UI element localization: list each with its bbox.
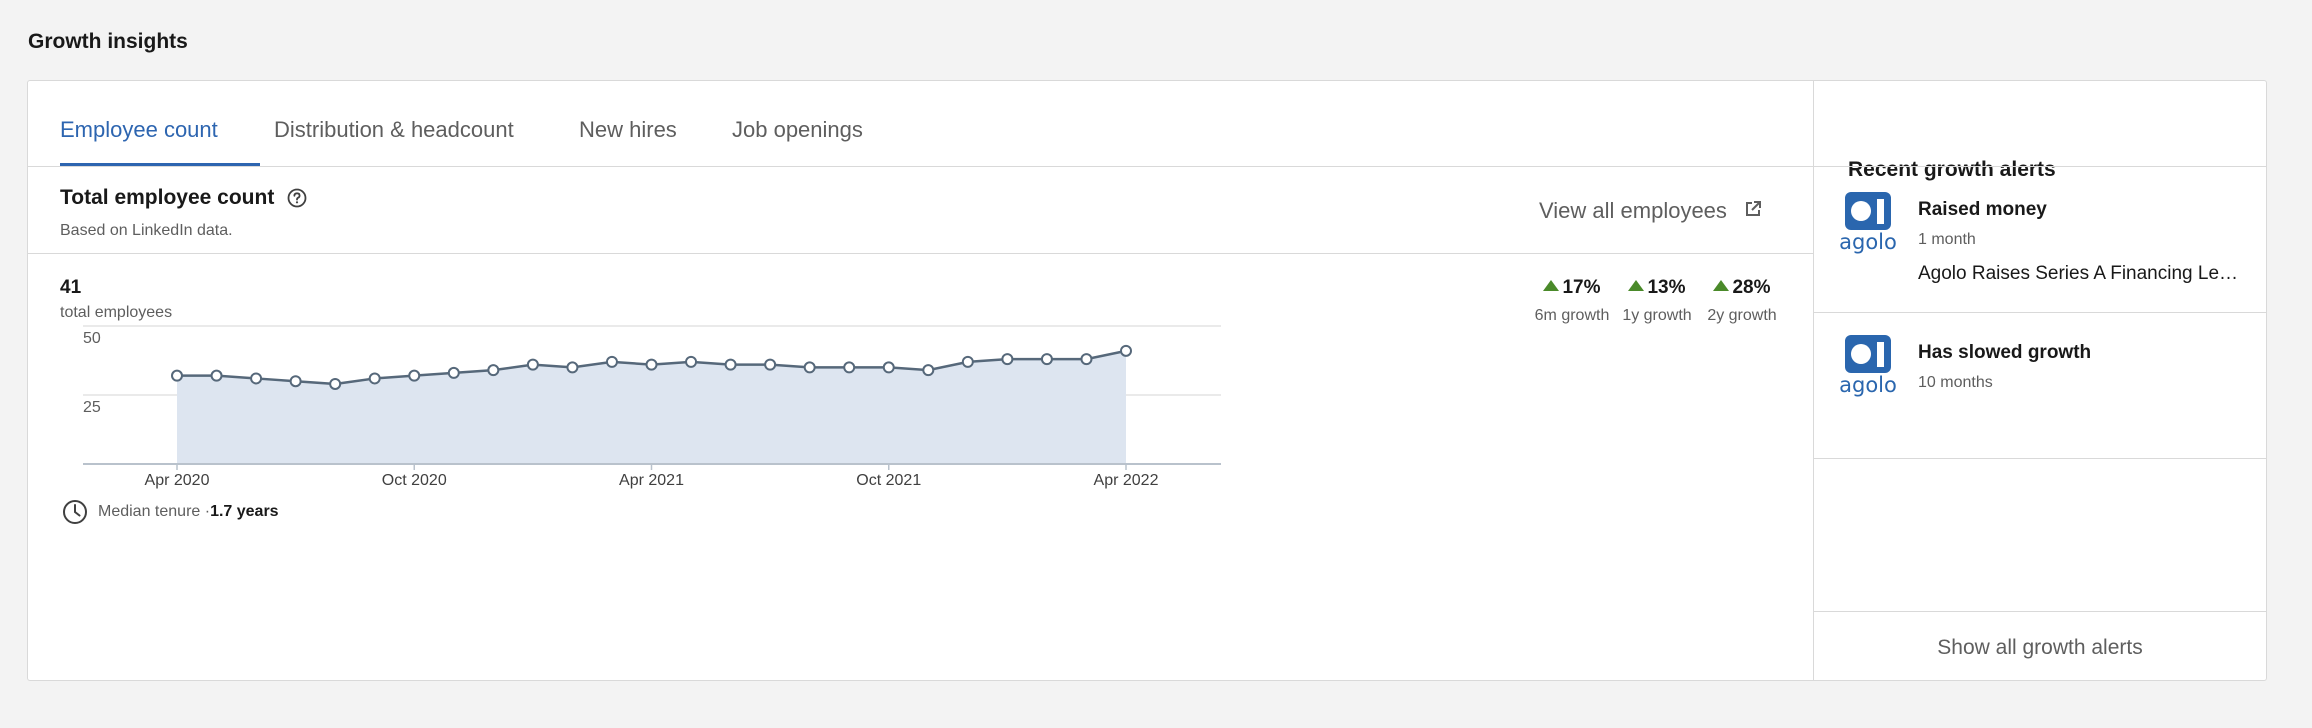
alert-description[interactable]: Agolo Raises Series A Financing Led by M… bbox=[1918, 263, 2248, 285]
data-point bbox=[210, 369, 223, 382]
data-point bbox=[685, 355, 698, 368]
data-point bbox=[1080, 353, 1093, 366]
alert-time: 10 months bbox=[1918, 374, 1993, 391]
data-point bbox=[764, 358, 777, 371]
company-logo[interactable]: agolo bbox=[1834, 332, 1902, 398]
alert-time: 1 month bbox=[1918, 231, 1976, 248]
data-point bbox=[171, 369, 183, 382]
alert-title[interactable]: Has slowed growth bbox=[1918, 342, 2091, 364]
data-point bbox=[922, 364, 935, 377]
data-point bbox=[1001, 353, 1014, 366]
data-point bbox=[526, 358, 539, 371]
alerts-divider bbox=[1814, 312, 2266, 313]
data-point bbox=[882, 361, 895, 374]
median-tenure-label: Median tenure · bbox=[98, 503, 211, 520]
clock-icon bbox=[63, 500, 87, 524]
employee-count-panel: Employee count Distribution & headcount … bbox=[28, 81, 1814, 680]
data-point bbox=[250, 372, 263, 385]
x-tick-label: Apr 2022 bbox=[1094, 472, 1159, 489]
data-point bbox=[1040, 353, 1053, 366]
y-tick-label: 25 bbox=[83, 399, 101, 416]
company-logo-wordmark: agolo bbox=[1839, 373, 1897, 397]
alerts-divider bbox=[1814, 166, 2266, 167]
data-point bbox=[329, 377, 342, 390]
data-point bbox=[724, 358, 737, 371]
data-point bbox=[843, 361, 856, 374]
data-point bbox=[566, 361, 579, 374]
growth-insights-card: Employee count Distribution & headcount … bbox=[27, 80, 2267, 681]
y-tick-label: 50 bbox=[83, 330, 101, 347]
company-logo-wordmark: agolo bbox=[1839, 230, 1897, 254]
data-point bbox=[1120, 344, 1132, 357]
data-point bbox=[645, 358, 658, 371]
growth-alerts-title: Recent growth alerts bbox=[1848, 158, 2056, 181]
section-title: Growth insights bbox=[28, 30, 188, 53]
median-tenure-value: 1.7 years bbox=[210, 503, 279, 520]
alerts-divider bbox=[1814, 458, 2266, 459]
growth-alerts-panel: Recent growth alerts agolo Raised money … bbox=[1814, 81, 2266, 680]
data-point bbox=[961, 355, 974, 368]
data-point bbox=[803, 361, 816, 374]
data-point bbox=[605, 355, 618, 368]
x-tick-label: Oct 2021 bbox=[856, 472, 921, 489]
show-all-growth-alerts-button[interactable]: Show all growth alerts bbox=[1814, 636, 2266, 660]
x-tick-label: Apr 2021 bbox=[619, 472, 684, 489]
data-point bbox=[447, 366, 460, 379]
company-logo[interactable]: agolo bbox=[1834, 189, 1902, 255]
data-point bbox=[289, 375, 302, 388]
alerts-divider bbox=[1814, 611, 2266, 612]
x-tick-label: Oct 2020 bbox=[382, 472, 447, 489]
x-tick-label: Apr 2020 bbox=[145, 472, 210, 489]
data-point bbox=[368, 372, 381, 385]
employee-count-chart: 25 50 Apr 2020 Oct 2020 Apr 2021 Oct 2021 Apr … bbox=[83, 325, 1221, 489]
data-point bbox=[487, 364, 500, 377]
alert-title[interactable]: Raised money bbox=[1918, 199, 2047, 221]
data-point bbox=[408, 369, 421, 382]
median-tenure: Median tenure · 1.7 years bbox=[62, 499, 279, 525]
